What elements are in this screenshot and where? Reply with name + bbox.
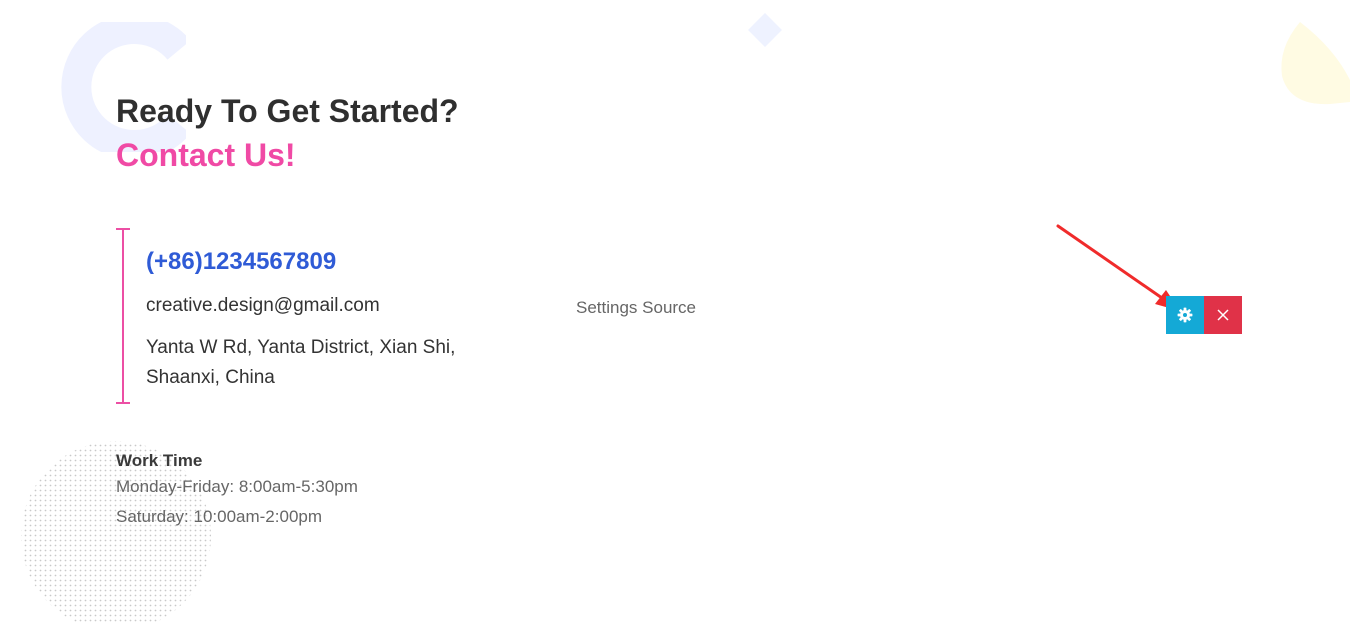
address-line-2: Shaanxi, China xyxy=(146,367,275,388)
settings-source-label: Settings Source xyxy=(576,298,697,317)
heading-line-1: Ready To Get Started? xyxy=(116,93,459,129)
address-line-1: Yanta W Rd, Yanta District, Xian Shi, xyxy=(146,337,456,358)
contact-info-block: (+86)1234567809 creative.design@gmail.co… xyxy=(116,228,496,404)
diamond-decoration xyxy=(748,13,782,47)
work-time-block: Work Time Monday-Friday: 8:00am-5:30pm S… xyxy=(116,450,358,532)
work-time-title: Work Time xyxy=(116,451,203,470)
yellow-leaf-decoration xyxy=(1281,22,1350,105)
saturday-hours: Saturday: 10:00am-2:00pm xyxy=(116,507,323,526)
heading-line-2: Contact Us! xyxy=(116,137,296,173)
page-title: Ready To Get Started? Contact Us! xyxy=(116,90,459,176)
address: Yanta W Rd, Yanta District, Xian Shi, Sh… xyxy=(146,333,455,393)
settings-button[interactable] xyxy=(1166,296,1204,334)
close-icon xyxy=(1217,309,1229,321)
accent-bracket xyxy=(116,228,130,404)
weekday-hours: Monday-Friday: 8:00am-5:30pm xyxy=(116,477,358,496)
gear-icon xyxy=(1177,307,1193,323)
phone-number[interactable]: (+86)1234567809 xyxy=(146,248,336,276)
email-address[interactable]: creative.design@gmail.com xyxy=(146,295,380,317)
contact-section: Ready To Get Started? Contact Us! (+86)1… xyxy=(0,0,1350,624)
close-button[interactable] xyxy=(1204,296,1242,334)
